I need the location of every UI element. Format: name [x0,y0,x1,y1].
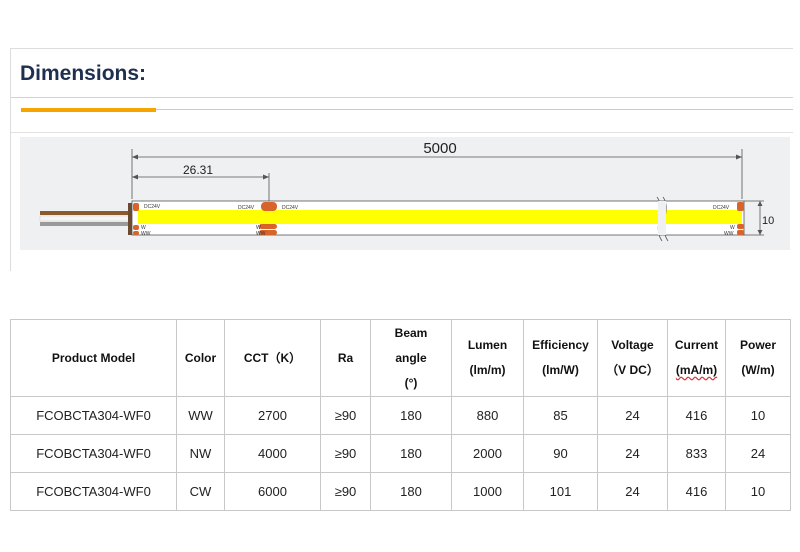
cell-cct: 4000 [224,434,321,473]
cell-color: NW [176,434,225,473]
cell-power: 10 [725,396,791,435]
table-row: FCOBCTA304-WF0 WW 2700 ≥90 180 880 85 24… [10,396,791,435]
wire-white [39,215,133,222]
cell-power: 24 [725,434,791,473]
width-label: 10 [762,215,774,227]
table-header-row: Product Model Color CCT（K） Ra Beam angle(… [10,319,791,397]
separator-line [11,132,793,133]
pad-label-ww-left: WW [141,231,151,237]
pad-right-dc [737,202,744,211]
cell-voltage: 24 [597,434,668,473]
pad-label-ww-right: WW [724,231,734,237]
cell-ra: ≥90 [320,472,371,511]
strip-drawing-svg: DC24V DC24V DC24V DC24V W WW W WW W WW 5… [39,140,774,242]
cell-model: FCOBCTA304-WF0 [10,472,177,511]
header-current: Current (mA/m) [667,319,726,397]
cell-lumen: 1000 [451,472,524,511]
header-beam-angle: Beam angle (°) [370,319,452,397]
wire-brown [40,211,132,215]
table-row: FCOBCTA304-WF0 CW 6000 ≥90 180 1000 101 … [10,472,791,511]
cell-efficiency: 85 [523,396,598,435]
header-power: Power (W/m) [725,319,791,397]
header-cct: CCT（K） [224,319,321,397]
cell-lumen: 880 [451,396,524,435]
header-lumen: Lumen (lm/m) [451,319,524,397]
cell-model: FCOBCTA304-WF0 [10,396,177,435]
pad-right-w [737,224,744,229]
cell-current: 416 [667,396,726,435]
pitch-label: 26.31 [183,163,213,177]
cell-color: CW [176,472,225,511]
accent-bar [21,108,156,112]
pad-label-dc-right: DC24V [713,205,730,211]
cell-beam-angle: 180 [370,472,452,511]
pad-label-dc-left: DC24V [144,204,161,210]
header-ra: Ra [320,319,371,397]
pad-mid-w [259,224,277,229]
cell-efficiency: 101 [523,472,598,511]
pad-left-ww [133,231,139,235]
header-product-model: Product Model [10,319,177,397]
wire-grey [40,222,132,226]
cell-ra: ≥90 [320,434,371,473]
title-row: Dimensions: [11,49,793,98]
cell-ra: ≥90 [320,396,371,435]
pad-label-ww-mid: WW [256,231,266,237]
length-label: 5000 [423,140,456,157]
cell-current: 416 [667,472,726,511]
cell-cct: 2700 [224,396,321,435]
cell-lumen: 2000 [451,434,524,473]
cell-cct: 6000 [224,472,321,511]
section-title: Dimensions: [20,62,147,85]
pad-right-ww [737,230,744,235]
strip-dimension-drawing: DC24V DC24V DC24V DC24V W WW W WW W WW 5… [20,137,790,250]
cell-power: 10 [725,472,791,511]
cell-beam-angle: 180 [370,396,452,435]
pad-mid-dc [261,202,277,211]
pad-label-dc-mid-left: DC24V [238,205,255,211]
spec-table: Product Model Color CCT（K） Ra Beam angle(… [10,319,791,511]
cell-voltage: 24 [597,396,668,435]
header-efficiency: Efficiency (lm/W) [523,319,598,397]
cob-yellow-band [138,210,742,224]
cell-model: FCOBCTA304-WF0 [10,434,177,473]
table-row: FCOBCTA304-WF0 NW 4000 ≥90 180 2000 90 2… [10,434,791,473]
header-voltage: Voltage （V DC） [597,319,668,397]
cell-color: WW [176,396,225,435]
cell-beam-angle: 180 [370,434,452,473]
pad-label-dc-mid-right: DC24V [282,205,299,211]
cell-efficiency: 90 [523,434,598,473]
pad-left-w [133,225,139,230]
header-color: Color [176,319,225,397]
pad-left-dc [133,203,139,211]
cell-current: 833 [667,434,726,473]
cell-voltage: 24 [597,472,668,511]
